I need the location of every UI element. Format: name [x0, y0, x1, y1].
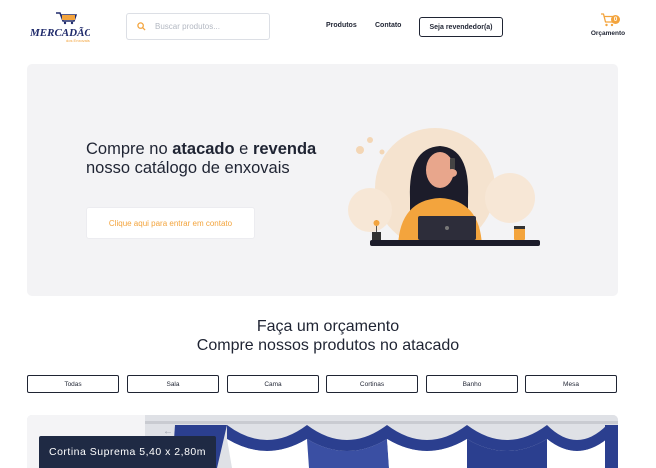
logo-mark: MERCADÃO dos Enxovais — [29, 12, 92, 43]
nav-contato[interactable]: Contato — [375, 22, 401, 29]
filter-cortinas[interactable]: Cortinas — [326, 375, 418, 393]
hero-illustration — [340, 128, 540, 288]
contact-cta-button[interactable]: Clique aqui para entrar em contato — [86, 207, 255, 239]
hero-title-bold-atacado: atacado — [172, 140, 235, 158]
cart-count-badge: 0 — [611, 15, 620, 24]
hero-title-bold-revenda: revenda — [252, 140, 317, 158]
reseller-button[interactable]: Seja revendedor(a) — [419, 17, 503, 37]
hero-banner: Compre no atacado e revenda nosso catálo… — [27, 64, 618, 296]
filter-sala[interactable]: Sala — [127, 375, 219, 393]
section-heading: Faça um orçamento — [256, 318, 400, 335]
hero-title-text: e — [234, 140, 253, 158]
hero-title: Compre no atacado e revenda nosso catálo… — [86, 140, 346, 178]
search-box[interactable] — [126, 13, 270, 40]
cart-label: Orçamento — [590, 30, 626, 37]
section-subheading: Compre nossos produtos no atacado — [196, 337, 460, 354]
logo[interactable]: MERCADÃO dos Enxovais — [29, 10, 92, 46]
product-card[interactable]: ← Cortina Suprema 5,40 x 2,80m — [27, 415, 618, 468]
header: MERCADÃO dos Enxovais Produtos Contato S… — [0, 0, 656, 56]
product-name: Cortina Suprema 5,40 x 2,80m — [39, 436, 216, 468]
quote-cart[interactable]: 0 Orçamento — [588, 13, 628, 43]
search-input[interactable] — [155, 22, 265, 31]
hero-title-line2: nosso catálogo de enxovais — [86, 159, 290, 177]
hero-title-text: Compre no — [86, 140, 173, 158]
filter-todas[interactable]: Todas — [27, 375, 119, 393]
svg-text:dos Enxovais: dos Enxovais — [66, 38, 90, 43]
filter-mesa[interactable]: Mesa — [525, 375, 617, 393]
filter-cama[interactable]: Cama — [227, 375, 319, 393]
filter-banho[interactable]: Banho — [426, 375, 518, 393]
search-icon — [127, 22, 155, 31]
nav-produtos[interactable]: Produtos — [326, 22, 357, 29]
